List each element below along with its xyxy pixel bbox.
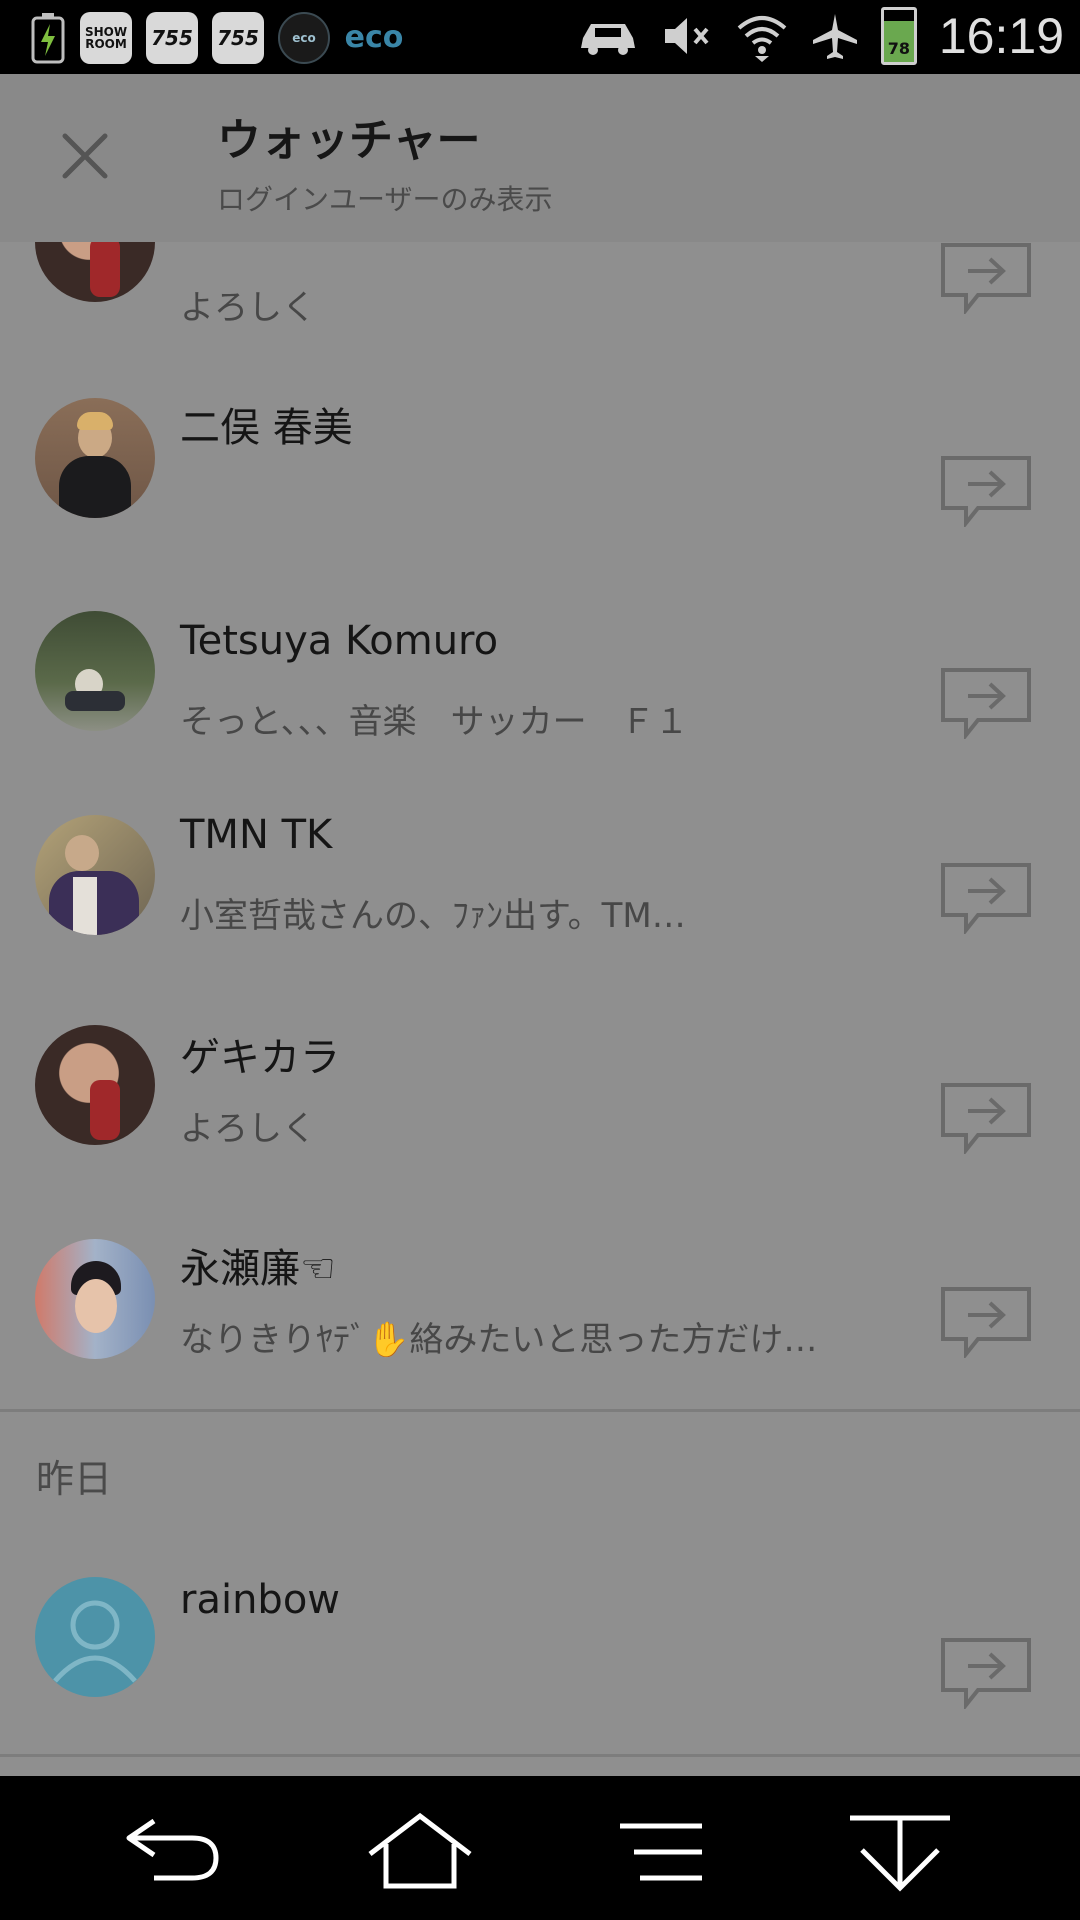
profile-link-icon[interactable] [940, 862, 1032, 934]
showroom-app-icon: SHOW ROOM [80, 12, 132, 64]
section-divider [0, 1754, 1080, 1757]
young-man-avatar [35, 1239, 155, 1359]
watcher-name: ゲキカラ [180, 1035, 340, 1081]
watcher-message: よろしく [180, 288, 316, 328]
car-icon [580, 24, 635, 55]
man-suit-avatar [35, 398, 155, 518]
status-bar: SHOW ROOM 755 755 eco eco 78 16:19 [0, 0, 1080, 74]
close-icon[interactable] [55, 126, 115, 186]
clock: 16:19 [938, 8, 1064, 64]
watcher-message: 小室哲哉さんの、ﾌｧﾝ出す。TM… [180, 896, 686, 936]
list-item[interactable]: 永瀬廉☜ なりきりﾔﾃﾞ✋絡みたいと思った方だけ… [0, 1236, 1080, 1448]
list-item[interactable]: rainbow [0, 1577, 1080, 1757]
watcher-name: TMN TK [180, 812, 333, 858]
system-icons: 78 16:19 [577, 6, 1064, 66]
page-title: ウォッチャー [217, 115, 481, 166]
watcher-name: 永瀬廉☜ [180, 1246, 336, 1292]
navigation-bar [0, 1776, 1080, 1920]
battery-icon: 78 [880, 7, 917, 65]
back-icon[interactable] [114, 1806, 234, 1896]
airplane-icon [812, 14, 857, 59]
watcher-message: よろしく [180, 1109, 316, 1149]
wifi-icon [737, 16, 787, 62]
list-item[interactable]: TMN TK 小室哲哉さんの、ﾌｧﾝ出す。TM… [0, 812, 1080, 1024]
woman-avatar [35, 242, 155, 302]
battery-charging-icon [31, 13, 65, 64]
watcher-name: Tetsuya Komuro [180, 618, 499, 664]
section-header-yesterday: 昨日 [36, 1457, 113, 1501]
list-item[interactable]: Tetsuya Komuro そっと、、、音楽 サッカー Ｆ１ [0, 608, 1080, 820]
notification-pull-icon[interactable] [840, 1806, 960, 1896]
menu-icon[interactable] [610, 1806, 730, 1896]
watcher-list: よろしく 二俣 春美 Tetsuya Komuro そっと、、、音楽 サッカー … [0, 242, 1080, 1776]
profile-link-icon[interactable] [940, 242, 1032, 314]
home-icon[interactable] [360, 1806, 480, 1896]
watcher-name: rainbow [180, 1577, 340, 1623]
profile-link-icon[interactable] [940, 1082, 1032, 1154]
755-app-icon: 755 [146, 12, 198, 64]
list-item[interactable]: ゲキカラ よろしく [0, 1025, 1080, 1237]
app-header: ウォッチャー ログインユーザーのみ表示 [0, 74, 1080, 242]
eco-app-icon: eco [344, 20, 404, 55]
person-silhouette-icon [53, 1600, 137, 1683]
watcher-message: そっと、、、音楽 サッカー Ｆ１ [180, 702, 689, 742]
755-app-icon-2: 755 [212, 12, 264, 64]
watcher-name: 二俣 春美 [180, 405, 353, 451]
woman-avatar [35, 1025, 155, 1145]
battery-level: 78 [887, 39, 910, 58]
default-avatar [35, 1577, 155, 1697]
profile-link-icon[interactable] [940, 455, 1032, 527]
notification-icons: SHOW ROOM 755 755 eco eco [30, 12, 404, 64]
profile-link-icon[interactable] [940, 1286, 1032, 1358]
list-item[interactable]: 二俣 春美 [0, 395, 1080, 607]
list-item[interactable]: よろしく [0, 242, 1080, 394]
mute-icon [664, 18, 709, 54]
watcher-message: なりきりﾔﾃﾞ✋絡みたいと思った方だけ… [180, 1320, 818, 1360]
outdoor-avatar [35, 611, 155, 731]
eco-ring-icon: eco [278, 12, 330, 64]
profile-link-icon[interactable] [940, 667, 1032, 739]
purple-jacket-avatar [35, 815, 155, 935]
section-divider [0, 1409, 1080, 1412]
page-subtitle: ログインユーザーのみ表示 [217, 183, 553, 216]
profile-link-icon[interactable] [940, 1637, 1032, 1709]
